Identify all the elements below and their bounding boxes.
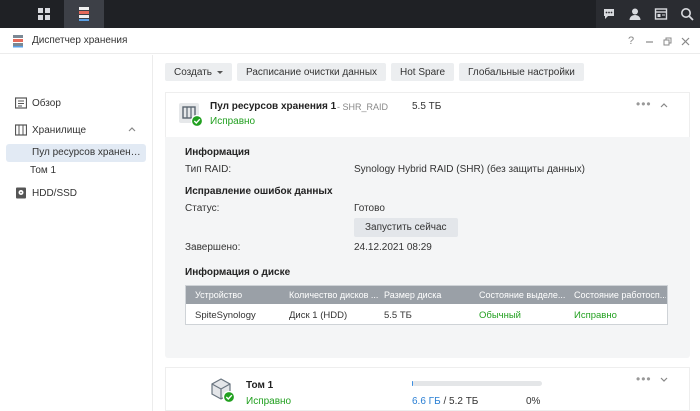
volume-percent: 0% — [526, 396, 541, 407]
sidebar-item-label: Пул ресурсов хранения 1 — [32, 147, 144, 158]
restore-button[interactable] — [660, 33, 674, 49]
sidebar-item-storage-pool-1[interactable]: Пул ресурсов хранения 1 — [6, 144, 146, 162]
window-title: Диспетчер хранения — [32, 35, 128, 46]
more-options-icon[interactable]: ••• — [636, 372, 652, 386]
caret-down-icon — [217, 70, 224, 74]
grid-apps-icon — [38, 8, 50, 20]
taskbar-storage-manager-button[interactable] — [64, 0, 104, 28]
raid-type-label: Тип RAID: — [185, 164, 232, 175]
column-header-disk-count[interactable]: Количество дисков ... — [289, 290, 384, 300]
scrub-schedule-button[interactable]: Расписание очистки данных — [237, 63, 387, 81]
cell-device: SpiteSynology — [195, 310, 256, 321]
volume-name: Том 1 — [246, 380, 274, 391]
hot-spare-button[interactable]: Hot Spare — [391, 63, 455, 81]
sidebar: Обзор Хранилище Пул ресурсов хранения 1 … — [0, 55, 153, 411]
storage-pool-header[interactable]: Пул ресурсов хранения 1 - SHR_RAID 5.5 Т… — [165, 92, 690, 137]
minimize-button[interactable] — [642, 33, 656, 49]
close-icon — [681, 37, 689, 45]
storage-manager-icon — [79, 7, 89, 21]
volume-status: Исправно — [246, 396, 292, 407]
desktop-taskbar — [0, 0, 700, 28]
minimize-icon — [645, 40, 653, 43]
completed-value: 24.12.2021 08:29 — [354, 242, 432, 253]
volume-usage-separator: / — [440, 396, 450, 407]
column-header-device[interactable]: Устройство — [195, 290, 290, 300]
sidebar-item-hdd-ssd[interactable]: HDD/SSD — [0, 183, 153, 203]
main-content: Создать Расписание очистки данных Hot Sp… — [153, 55, 700, 411]
hdd-icon — [16, 187, 26, 199]
sidebar-item-label: Хранилище — [32, 124, 86, 136]
sidebar-item-label: HDD/SSD — [32, 187, 78, 199]
storage-pool-status: Исправно — [210, 116, 256, 127]
storage-pool-raid-tag: - SHR_RAID — [337, 102, 389, 112]
volume-used: 6.6 ГБ — [412, 396, 441, 407]
sidebar-item-overview[interactable]: Обзор — [0, 93, 153, 113]
table-header: Устройство Количество дисков ... Размер … — [186, 286, 667, 304]
chat-icon — [604, 9, 614, 19]
help-button[interactable]: ? — [624, 33, 638, 49]
scrub-section-title: Исправление ошибок данных — [185, 186, 333, 197]
global-settings-button[interactable]: Глобальные настройки — [459, 63, 584, 81]
volume-icon — [211, 378, 236, 404]
scrub-status-label: Статус: — [185, 203, 220, 214]
widgets-button[interactable] — [648, 0, 674, 28]
chat-button[interactable] — [596, 0, 622, 28]
volume-card[interactable]: Том 1 Исправно 6.6 ГБ / 5.2 ТБ 0% ••• — [165, 367, 690, 411]
disk-table: Устройство Количество дисков ... Размер … — [185, 285, 668, 325]
search-button[interactable] — [674, 0, 700, 28]
volume-usage-text: 6.6 ГБ / 5.2 ТБ — [412, 396, 478, 407]
sidebar-item-label: Обзор — [32, 97, 61, 109]
more-options-icon[interactable]: ••• — [636, 97, 652, 111]
storage-pool-card: Пул ресурсов хранения 1 - SHR_RAID 5.5 Т… — [165, 92, 690, 358]
cell-disk-count: Диск 1 (HDD) — [289, 310, 348, 321]
cell-health-status: Исправно — [574, 310, 617, 321]
sidebar-item-label: Том 1 — [30, 165, 57, 176]
toolbar: Создать Расписание очистки данных Hot Sp… — [165, 63, 584, 81]
help-icon: ? — [627, 35, 635, 47]
volume-usage-bar — [412, 381, 542, 386]
create-button-label: Создать — [174, 66, 213, 78]
user-button[interactable] — [622, 0, 648, 28]
chevron-down-icon[interactable] — [660, 377, 668, 383]
search-icon — [681, 8, 694, 21]
storage-pool-name: Пул ресурсов хранения 1 — [210, 101, 337, 112]
info-section-title: Информация — [185, 147, 250, 158]
sidebar-item-volume-1[interactable]: Том 1 — [6, 162, 146, 180]
raid-type-value: Synology Hybrid RAID (SHR) (без защиты д… — [354, 164, 585, 175]
storage-pool-size: 5.5 ТБ — [412, 101, 442, 112]
cell-disk-size: 5.5 ТБ — [384, 310, 412, 321]
chevron-up-icon[interactable] — [128, 126, 136, 132]
cell-allocation-status: Обычный — [479, 310, 521, 321]
volume-total: 5.2 ТБ — [449, 396, 479, 407]
column-header-health-status[interactable]: Состояние работосп... — [574, 290, 666, 300]
overview-icon — [15, 97, 27, 109]
scrub-status-value: Готово — [354, 203, 385, 214]
column-header-allocation-status[interactable]: Состояние выделе... — [479, 290, 571, 300]
disk-info-section-title: Информация о диске — [185, 267, 291, 278]
close-button[interactable] — [678, 33, 692, 49]
main-menu-button[interactable] — [24, 0, 64, 28]
create-button[interactable]: Создать — [165, 63, 233, 81]
column-header-disk-size[interactable]: Размер диска — [384, 290, 474, 300]
window-titlebar: Диспетчер хранения ? — [0, 28, 700, 54]
restore-icon — [663, 37, 671, 45]
completed-label: Завершено: — [185, 242, 241, 253]
storage-icon — [15, 124, 27, 136]
user-icon — [629, 8, 641, 20]
storage-manager-window: Диспетчер хранения ? Обзор Хранилище Пул… — [0, 28, 700, 411]
storage-pool-icon — [179, 103, 204, 128]
run-now-button[interactable]: Запустить сейчас — [354, 218, 458, 237]
widgets-icon — [654, 8, 668, 20]
sidebar-item-storage[interactable]: Хранилище — [0, 120, 153, 140]
storage-manager-app-icon — [13, 35, 23, 48]
chevron-up-icon[interactable] — [660, 102, 668, 108]
